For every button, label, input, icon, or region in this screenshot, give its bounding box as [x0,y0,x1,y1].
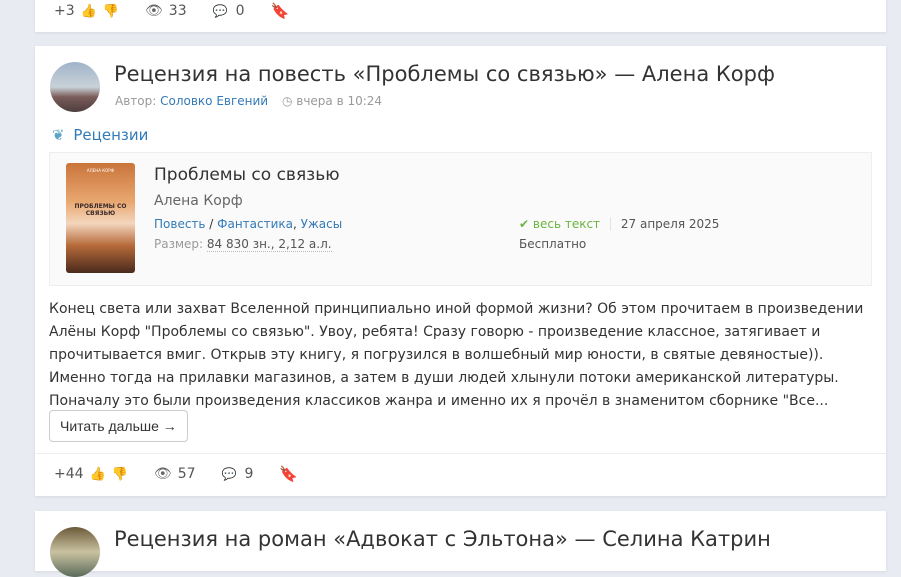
category[interactable]: ❦ Рецензии [52,126,148,144]
check-icon: ✔ [519,217,530,231]
rating: +3 [54,3,75,19]
feather-icon: ❦ [52,126,65,144]
comments-icon[interactable]: 💬 [222,467,237,481]
post-title[interactable]: Рецензия на роман «Адвокат с Эльтона» — … [114,527,771,551]
avatar[interactable] [50,62,100,112]
eye-icon: 👁 [153,466,172,482]
post-time: вчера в 10:24 [296,94,383,108]
post-stats: +3 👍 👎 👁 33 💬 0 🔖 [35,0,886,30]
post-title[interactable]: Рецензия на повесть «Проблемы со связью»… [114,62,775,86]
thumbs-down-icon[interactable]: 👎 [103,4,119,19]
post-stats: +44 👍 👎 👁 57 💬 9 🔖 [35,454,298,494]
next-post-card: Рецензия на роман «Адвокат с Эльтона» — … [35,511,886,577]
thumbs-up-icon[interactable]: 👍 [90,467,106,482]
book-title[interactable]: Проблемы со связью [154,165,340,185]
eye-icon: 👁 [145,3,163,19]
post-meta: Автор: Соловко Евгений ◷ вчера в 10:24 [115,94,383,108]
thumbs-down-icon[interactable]: 👎 [112,467,128,482]
book-card: АЛЕНА КОРФ ПРОБЛЕМЫ СО СВЯЗЬЮ Проблемы с… [49,152,872,286]
thumbs-up-icon[interactable]: 👍 [81,4,97,19]
avatar[interactable] [50,527,100,577]
bookmark-icon[interactable]: 🔖 [279,465,298,483]
clock-icon: ◷ [281,94,293,108]
book-author[interactable]: Алена Корф [154,193,243,209]
book-genres: Повесть / Фантастика, Ужасы [154,217,343,231]
comments-count[interactable]: 0 [236,3,245,19]
author-link[interactable]: Соловко Евгений [160,94,268,108]
book-status: ✔ весь текст 27 апреля 2025 [519,217,720,231]
comments-count[interactable]: 9 [244,466,253,482]
bookmark-icon[interactable]: 🔖 [271,2,290,20]
book-size: Размер: 84 830 зн., 2,12 а.л. [154,237,332,252]
views-count: 33 [168,3,187,19]
views-count: 57 [177,466,196,482]
post-card: Рецензия на повесть «Проблемы со связью»… [35,46,886,496]
book-date: 27 апреля 2025 [609,217,720,231]
comments-icon[interactable]: 💬 [213,4,228,18]
book-price: Бесплатно [519,237,587,251]
post-excerpt: Конец света или захват Вселенной принцип… [49,301,864,409]
read-more-button[interactable]: Читать дальше → [49,410,188,442]
rating: +44 [54,466,84,482]
prev-post-card: +3 👍 👎 👁 33 💬 0 🔖 [35,0,886,32]
book-cover[interactable]: АЛЕНА КОРФ ПРОБЛЕМЫ СО СВЯЗЬЮ [66,163,135,273]
